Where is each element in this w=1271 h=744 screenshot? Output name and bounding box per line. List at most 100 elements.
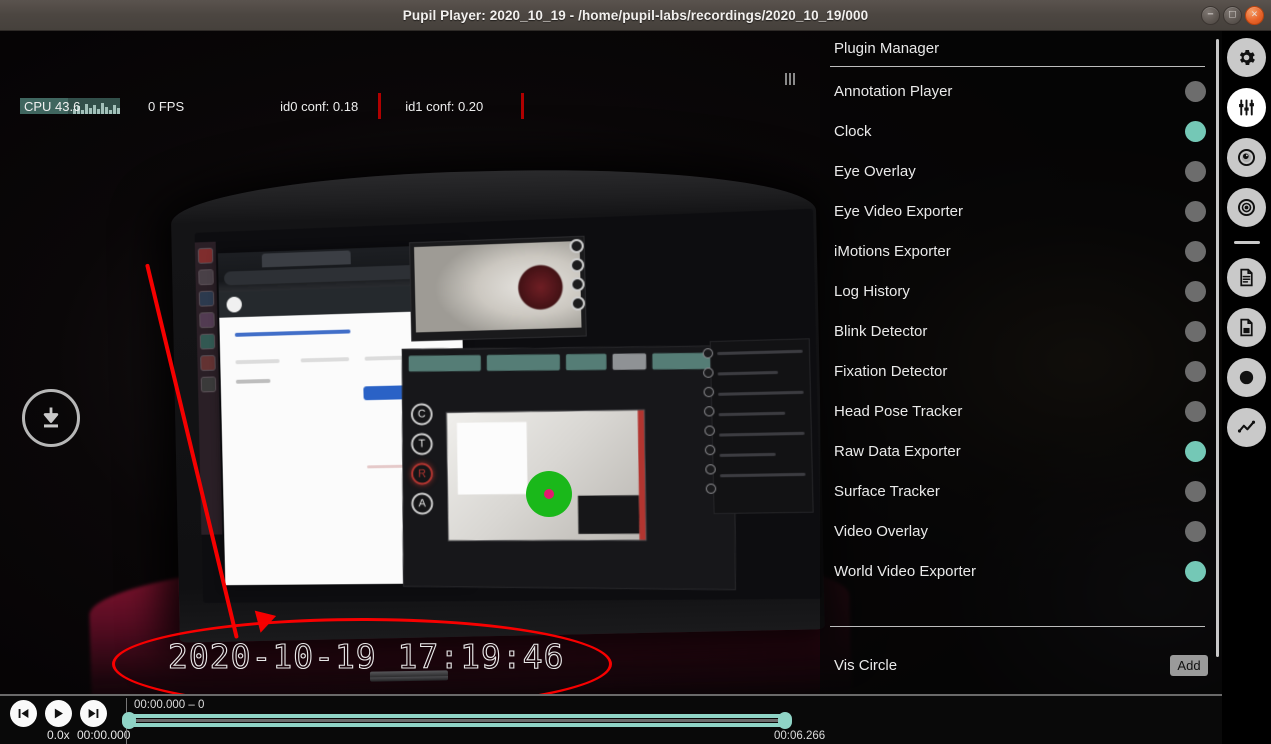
window-controls: − □ ×	[1201, 0, 1264, 31]
gaze-center-dot	[544, 489, 554, 499]
addon-label: Vis Circle	[834, 656, 898, 674]
timeline-end-time-label: 00:06.266	[774, 730, 826, 742]
plugin-label: iMotions Exporter	[834, 242, 951, 260]
sidebar-item-log-history[interactable]	[1227, 258, 1266, 297]
timeline-caption: 00:00.000 – 0	[134, 699, 205, 711]
plugin-label: Surface Tracker	[834, 482, 940, 500]
pupil-player-window: Pupil Player: 2020_10_19 - /home/pupil-l…	[0, 0, 1271, 744]
pupil-detector-icon	[1238, 199, 1255, 216]
plugin-row[interactable]: Annotation Player	[820, 71, 1222, 111]
file-export-icon	[1240, 318, 1253, 337]
capture-side-panel	[702, 338, 814, 515]
playback-bar: 0.0x 00:00.000 00:00.000 – 0 00:06.266	[0, 694, 1222, 744]
document-icon	[1240, 268, 1253, 287]
plugin-label: Eye Video Exporter	[834, 202, 963, 220]
plugin-manager-panel: Plugin Manager Annotation Player Clock E…	[820, 31, 1222, 744]
monitor-screen-content: C T R A	[194, 208, 822, 603]
timeline-track-bottom[interactable]	[128, 723, 786, 727]
plugin-toggle[interactable]	[1185, 560, 1206, 582]
plugin-label: Clock	[834, 122, 872, 140]
add-plugin-button[interactable]: Add	[1170, 654, 1208, 676]
plugin-row[interactable]: Clock	[820, 111, 1222, 151]
close-icon: ×	[1251, 8, 1258, 21]
close-button[interactable]: ×	[1245, 6, 1264, 25]
plugin-label: World Video Exporter	[834, 562, 977, 580]
minimize-icon: −	[1207, 8, 1214, 21]
plugin-toggle[interactable]	[1185, 240, 1206, 262]
previous-frame-icon	[18, 709, 29, 718]
plugin-toggle[interactable]	[1185, 480, 1206, 502]
gaze-marker	[526, 471, 572, 517]
play-icon	[54, 708, 63, 719]
timeline-track-middle	[128, 719, 786, 722]
activity-icon	[1237, 420, 1256, 433]
download-icon	[43, 407, 59, 428]
transport-controls	[10, 700, 107, 727]
plugin-label: Raw Data Exporter	[834, 442, 961, 460]
panel-divider-bottom	[830, 626, 1205, 627]
plugin-label: Fixation Detector	[834, 362, 948, 380]
plugin-row[interactable]: Fixation Detector	[820, 351, 1222, 391]
plugin-toggle[interactable]	[1185, 280, 1206, 302]
plugin-toggle[interactable]	[1185, 360, 1206, 382]
plugin-row[interactable]: Eye Overlay	[820, 151, 1222, 191]
plugin-toggle[interactable]	[1185, 320, 1206, 342]
export-button[interactable]	[22, 389, 80, 447]
plugin-row[interactable]: Log History	[820, 271, 1222, 311]
plugin-label: Log History	[834, 282, 910, 300]
previous-frame-button[interactable]	[10, 700, 37, 727]
panel-drag-handle[interactable]	[785, 73, 795, 85]
panel-scrollbar[interactable]	[1216, 39, 1219, 657]
plugin-list: Annotation Player Clock Eye Overlay Eye …	[820, 71, 1222, 591]
next-frame-icon	[88, 709, 99, 718]
addon-row: Vis Circle Add	[820, 643, 1222, 687]
circle-icon	[1239, 370, 1254, 385]
panel-divider-top	[830, 66, 1205, 67]
timeline[interactable]: 00:00.000 – 0 00:06.266	[122, 696, 1222, 744]
timeline-track-top[interactable]	[128, 714, 786, 718]
plugin-label: Blink Detector	[834, 322, 928, 340]
plugin-toggle[interactable]	[1185, 400, 1206, 422]
plugin-row[interactable]: Surface Tracker	[820, 471, 1222, 511]
sidebar-item-export[interactable]	[1227, 308, 1266, 347]
plugin-row[interactable]: iMotions Exporter	[820, 231, 1222, 271]
sidebar-item-eye-video[interactable]	[1227, 138, 1266, 177]
plugin-row[interactable]: Eye Video Exporter	[820, 191, 1222, 231]
gear-icon	[1239, 49, 1255, 66]
sidebar-item-timeline-activity[interactable]	[1227, 408, 1266, 447]
plugin-toggle[interactable]	[1185, 440, 1206, 462]
clock-overlay-text: 2020-10-19 17:19:46	[167, 636, 565, 676]
minimize-button[interactable]: −	[1201, 6, 1220, 25]
plugin-toggle[interactable]	[1185, 120, 1206, 142]
sliders-icon	[1239, 99, 1254, 116]
plugin-row[interactable]: Blink Detector	[820, 311, 1222, 351]
plugin-label: Annotation Player	[834, 82, 953, 100]
playback-speed-label: 0.0x	[47, 728, 70, 742]
plugin-toggle[interactable]	[1185, 80, 1206, 102]
sidebar-item-general-settings[interactable]	[1227, 38, 1266, 77]
eye-icon	[1238, 149, 1255, 166]
plugin-row[interactable]: Video Overlay	[820, 511, 1222, 551]
sidebar-item-vis-circle[interactable]	[1227, 358, 1266, 397]
play-button[interactable]	[45, 700, 72, 727]
maximize-icon: □	[1229, 8, 1236, 21]
plugin-row[interactable]: World Video Exporter	[820, 551, 1222, 591]
bottom-right-corner	[1222, 694, 1271, 744]
plugin-row[interactable]: Head Pose Tracker	[820, 391, 1222, 431]
maximize-button[interactable]: □	[1223, 6, 1242, 25]
plugin-label: Eye Overlay	[834, 162, 916, 180]
plugin-toggle[interactable]	[1185, 200, 1206, 222]
window-title: Pupil Player: 2020_10_19 - /home/pupil-l…	[402, 7, 869, 23]
sidebar-item-pupil-detector[interactable]	[1227, 188, 1266, 227]
eye-camera-window	[409, 235, 587, 342]
sidebar-item-plugin-manager[interactable]	[1227, 88, 1266, 127]
plugin-toggle[interactable]	[1185, 160, 1206, 182]
plugin-label: Video Overlay	[834, 522, 928, 540]
title-bar[interactable]: Pupil Player: 2020_10_19 - /home/pupil-l…	[0, 0, 1271, 31]
timeline-trim-start-handle[interactable]	[122, 712, 136, 729]
plugin-row[interactable]: Raw Data Exporter	[820, 431, 1222, 471]
plugin-manager-title: Plugin Manager	[834, 40, 940, 57]
plugin-toggle[interactable]	[1185, 520, 1206, 542]
timeline-trim-end-handle[interactable]	[778, 712, 792, 729]
next-frame-button[interactable]	[80, 700, 107, 727]
